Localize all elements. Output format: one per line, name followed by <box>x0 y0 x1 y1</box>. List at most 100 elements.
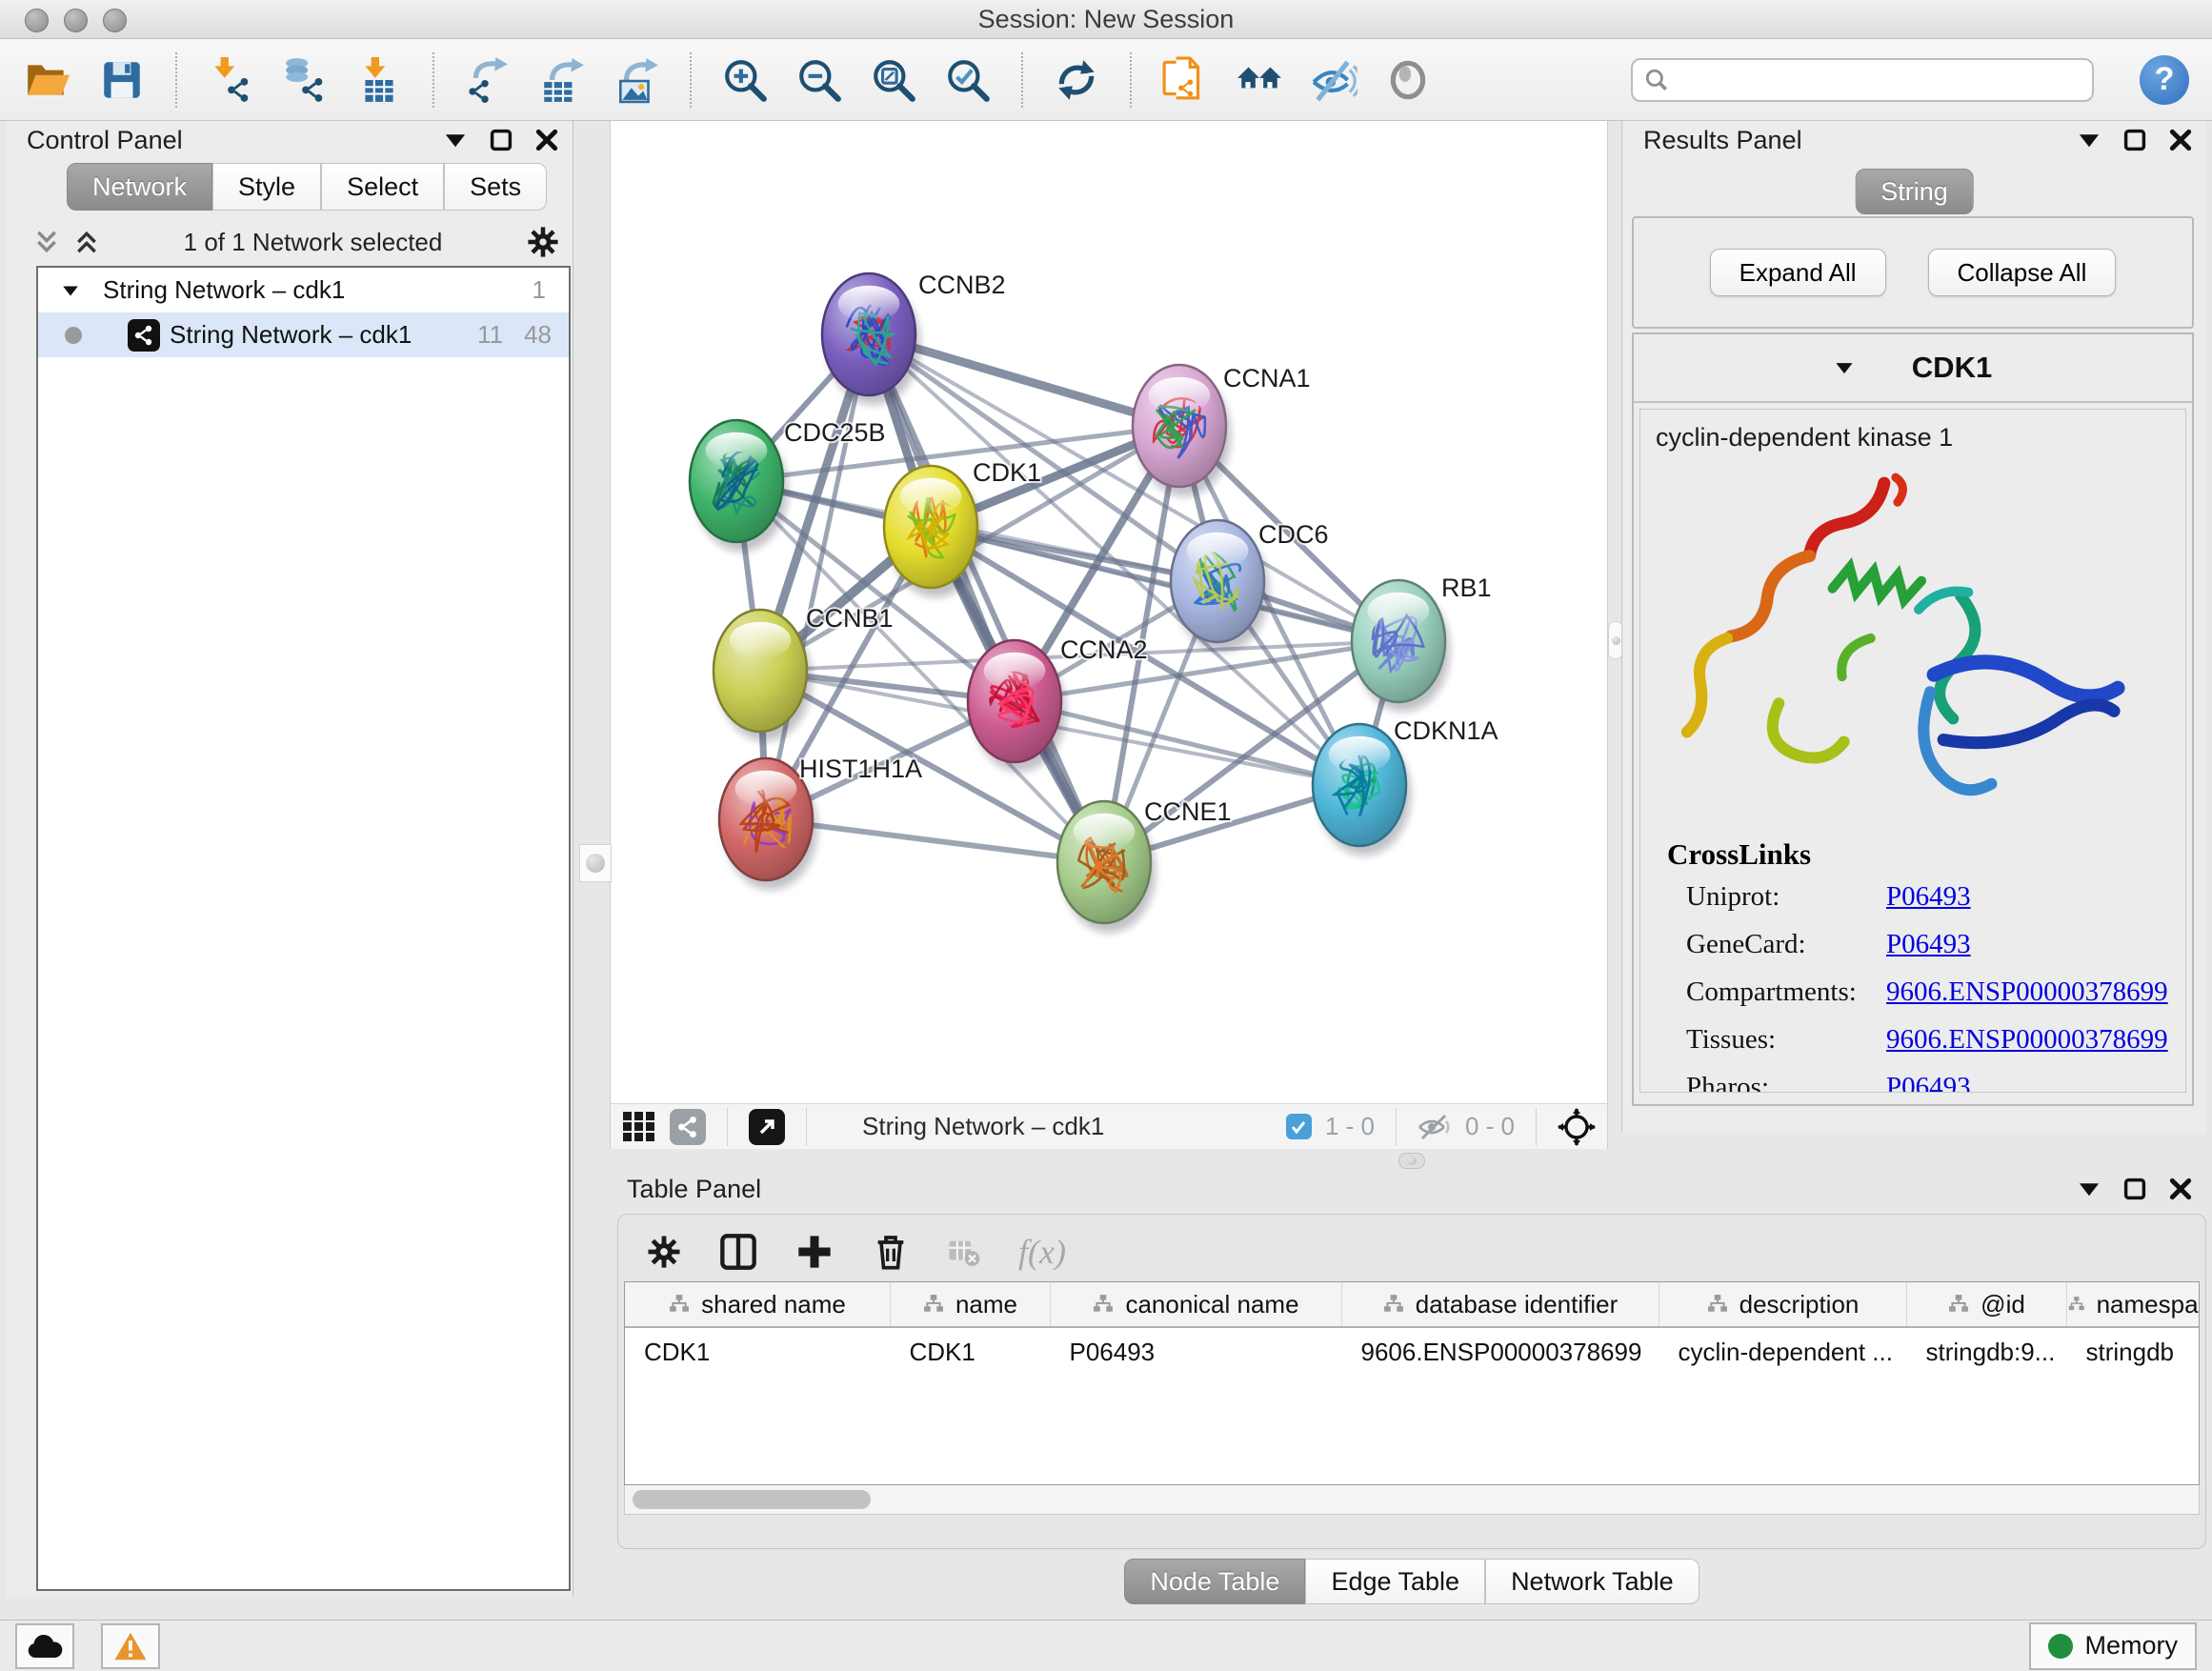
tab-style[interactable]: Style <box>212 163 321 211</box>
table-cell[interactable]: CDK1 <box>891 1327 1051 1376</box>
title-bar: Session: New Session <box>0 0 2212 39</box>
column-header-shared-name[interactable]: shared name <box>625 1282 891 1327</box>
float-panel-icon[interactable] <box>489 128 513 152</box>
expand-all-button[interactable]: Expand All <box>1710 249 1886 296</box>
import-network-database-button[interactable] <box>280 55 330 105</box>
cloud-status-button[interactable] <box>15 1623 74 1669</box>
bottom-splitter-handle[interactable] <box>1398 1153 1425 1169</box>
float-panel-icon[interactable] <box>2122 128 2147 152</box>
tab-node-table[interactable]: Node Table <box>1124 1559 1305 1604</box>
horizontal-scrollbar[interactable] <box>624 1485 2200 1515</box>
network-collection-row[interactable]: String Network – cdk1 1 <box>38 268 569 312</box>
table-cell[interactable]: stringdb:9... <box>1907 1327 2067 1376</box>
gene-collapse-caret-icon[interactable] <box>1834 357 1855 378</box>
table-cell[interactable]: cyclin-dependent ... <box>1659 1327 1907 1376</box>
zoom-out-button[interactable] <box>794 55 844 105</box>
collection-count: 1 <box>533 275 546 305</box>
expand-all-networks-icon[interactable] <box>34 230 59 254</box>
crosslink-link[interactable]: 9606.ENSP00000378699 <box>1886 1024 2168 1056</box>
table-grid-icon <box>365 80 392 102</box>
network-row[interactable]: String Network – cdk1 11 48 <box>38 312 569 357</box>
warnings-button[interactable] <box>101 1623 160 1669</box>
tab-string[interactable]: String <box>1855 169 1974 214</box>
close-panel-icon[interactable] <box>534 128 559 152</box>
memory-button[interactable]: Memory <box>2029 1622 2197 1670</box>
selected-checkbox-icon[interactable] <box>1286 1114 1312 1139</box>
close-panel-icon[interactable] <box>2168 128 2193 152</box>
help-button[interactable]: ? <box>2140 55 2189 105</box>
network-node-RB1[interactable] <box>1352 580 1450 712</box>
refresh-view-button[interactable] <box>1052 55 1101 105</box>
table-cell[interactable]: CDK1 <box>625 1327 891 1376</box>
scrollbar-thumb[interactable] <box>633 1490 871 1509</box>
collapse-panel-icon[interactable] <box>2077 1177 2101 1201</box>
collapse-all-button[interactable]: Collapse All <box>1928 249 2117 296</box>
export-table-button[interactable] <box>537 55 587 105</box>
column-header-namespace[interactable]: namespace <box>2067 1282 2201 1327</box>
export-network-button[interactable] <box>463 55 513 105</box>
left-splitter-handle[interactable] <box>579 844 612 882</box>
crosslink-link[interactable]: P06493 <box>1886 929 1971 960</box>
tab-network-table[interactable]: Network Table <box>1485 1559 1699 1604</box>
tab-network[interactable]: Network <box>67 163 212 211</box>
column-header--id[interactable]: @id <box>1907 1282 2067 1327</box>
show-columns-icon[interactable] <box>719 1233 757 1271</box>
tab-sets[interactable]: Sets <box>444 163 547 211</box>
crosslink-link[interactable]: P06493 <box>1886 1072 1971 1093</box>
network-view[interactable]: CCNB2CCNA1CDC25BCDK1CDC6RB1CCNB1CCNA2CDK… <box>610 121 1608 1149</box>
minimize-window-button[interactable] <box>64 9 88 32</box>
crosslink-link[interactable]: 9606.ENSP00000378699 <box>1886 976 2168 1008</box>
crosslink-link[interactable]: P06493 <box>1886 881 1971 913</box>
network-node-CCNB1[interactable] <box>714 610 812 741</box>
network-options-gear-icon[interactable] <box>527 226 559 258</box>
export-image-button[interactable] <box>612 55 661 105</box>
home-panels-button[interactable] <box>1235 55 1284 105</box>
column-header-description[interactable]: description <box>1659 1282 1907 1327</box>
string-export-button[interactable] <box>1160 55 1210 105</box>
tab-select[interactable]: Select <box>321 163 444 211</box>
fit-selected-button[interactable] <box>1558 1108 1596 1146</box>
zoom-fit-button[interactable] <box>869 55 918 105</box>
zoom-in-button[interactable] <box>720 55 770 105</box>
table-cell[interactable]: stringdb <box>2067 1327 2201 1376</box>
close-window-button[interactable] <box>25 9 49 32</box>
column-header-canonical-name[interactable]: canonical name <box>1051 1282 1342 1327</box>
float-panel-icon[interactable] <box>2122 1177 2147 1201</box>
open-session-button[interactable] <box>23 55 72 105</box>
import-table-button[interactable] <box>354 55 404 105</box>
table-cell[interactable]: P06493 <box>1051 1327 1342 1376</box>
table-row[interactable]: CDK1CDK1P064939606.ENSP00000378699cyclin… <box>625 1327 2200 1376</box>
create-column-plus-icon[interactable] <box>795 1233 834 1271</box>
zoom-window-button[interactable] <box>103 9 127 32</box>
delete-column-trash-icon[interactable] <box>872 1233 910 1271</box>
save-session-button[interactable] <box>97 55 147 105</box>
collection-expand-caret-icon[interactable] <box>61 281 80 300</box>
column-header-name[interactable]: name <box>891 1282 1051 1327</box>
collapse-panel-icon[interactable] <box>2077 128 2101 152</box>
table-settings-gear-icon[interactable] <box>647 1235 681 1269</box>
collapse-panel-icon[interactable] <box>443 128 468 152</box>
network-edge-CCNB2-HIST1H1A[interactable] <box>766 334 869 819</box>
network-node-CDK1[interactable] <box>884 466 982 597</box>
network-node-CCNE1[interactable] <box>1057 801 1156 933</box>
string-style-button[interactable] <box>670 1109 706 1145</box>
close-panel-icon[interactable] <box>2168 1177 2193 1201</box>
node-table[interactable]: shared namenamecanonical namedatabase id… <box>624 1281 2200 1485</box>
network-node-CCNA2[interactable] <box>968 640 1066 772</box>
network-node-CCNB2[interactable] <box>822 273 920 405</box>
zoom-selected-button[interactable] <box>943 55 993 105</box>
tab-edge-table[interactable]: Edge Table <box>1305 1559 1485 1604</box>
column-header-database-identifier[interactable]: database identifier <box>1342 1282 1659 1327</box>
birdseye-grid-button[interactable] <box>622 1111 656 1143</box>
inactive-eye-button[interactable] <box>1383 55 1433 105</box>
database-icon <box>286 58 308 82</box>
hide-graphics-details-button[interactable] <box>1309 55 1358 105</box>
collapse-all-networks-icon[interactable] <box>74 230 99 254</box>
crosslink-label: Pharos: <box>1667 1072 1886 1093</box>
table-cell[interactable]: 9606.ENSP00000378699 <box>1342 1327 1659 1376</box>
network-node-CDC6[interactable] <box>1171 520 1269 652</box>
import-network-file-button[interactable] <box>206 55 255 105</box>
open-in-window-button[interactable] <box>749 1109 785 1145</box>
network-graph[interactable]: CCNB2CCNA1CDC25BCDK1CDC6RB1CCNB1CCNA2CDK… <box>611 121 1607 1101</box>
search-input[interactable] <box>1631 58 2094 102</box>
